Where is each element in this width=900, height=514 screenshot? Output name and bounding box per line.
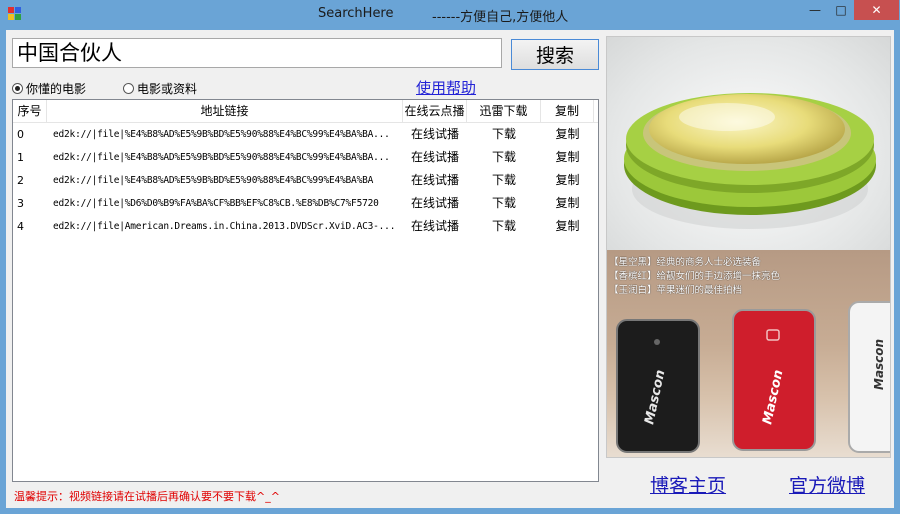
ad-brand-text: Mascon bbox=[872, 339, 886, 390]
copy-button[interactable]: 复制 bbox=[541, 215, 594, 238]
download-button[interactable]: 下载 bbox=[467, 192, 541, 215]
minimize-button[interactable]: — bbox=[802, 0, 828, 20]
row-index: 4 bbox=[17, 220, 24, 233]
copy-button[interactable]: 复制 bbox=[541, 123, 594, 146]
power-bank-round-icon bbox=[624, 93, 876, 229]
ad-panel[interactable]: 【星空黑】经典的商务人士必选装备 【香槟红】给靓女们的手边添增一抹亮色 【玉润白… bbox=[606, 36, 891, 458]
row-link[interactable]: ed2k://|file|%D6%D0%B9%FA%BA%CF%BB%EF%C8… bbox=[47, 192, 403, 215]
radio-movies[interactable]: 你懂的电影 bbox=[12, 80, 86, 97]
radio-unchecked-icon bbox=[123, 83, 134, 94]
row-link[interactable]: ed2k://|file|%E4%B8%AD%E5%9B%BD%E5%90%88… bbox=[47, 146, 403, 169]
power-bank-bars-icon: Mascon Mascon Mascon bbox=[616, 301, 890, 453]
window-title: SearchHere bbox=[318, 6, 394, 21]
client-area: 中国合伙人 搜索 你懂的电影 电影或资料 使用帮助 序号 地址链接 在线云点播 … bbox=[6, 30, 894, 508]
radio-movies-label: 你懂的电影 bbox=[26, 82, 87, 96]
play-button[interactable]: 在线试播 bbox=[403, 192, 467, 215]
row-index: 0 bbox=[17, 128, 24, 141]
maximize-icon: □ bbox=[835, 3, 847, 17]
table-row[interactable]: 2 ed2k://|file|%E4%B8%AD%E5%9B%BD%E5%90%8… bbox=[13, 169, 598, 192]
results-list[interactable]: 序号 地址链接 在线云点播 迅雷下载 复制 0 ed2k://|file|%E4%… bbox=[12, 99, 599, 482]
title-bar[interactable]: SearchHere ------方便自己,方便他人 — □ ✕ bbox=[0, 0, 900, 30]
table-row[interactable]: 1 ed2k://|file|%E4%B8%AD%E5%9B%BD%E5%90%8… bbox=[13, 146, 598, 169]
row-link[interactable]: ed2k://|file|%E4%B8%AD%E5%9B%BD%E5%90%88… bbox=[47, 123, 403, 146]
header-download[interactable]: 迅雷下载 bbox=[467, 100, 541, 122]
download-button[interactable]: 下载 bbox=[467, 169, 541, 192]
play-button[interactable]: 在线试播 bbox=[403, 146, 467, 169]
radio-docs[interactable]: 电影或资料 bbox=[123, 80, 197, 97]
play-button[interactable]: 在线试播 bbox=[403, 215, 467, 238]
row-index: 2 bbox=[17, 174, 24, 187]
radio-docs-label: 电影或资料 bbox=[137, 82, 198, 96]
window-slogan: ------方便自己,方便他人 bbox=[432, 10, 569, 25]
list-header: 序号 地址链接 在线云点播 迅雷下载 复制 bbox=[13, 100, 598, 123]
ad-banner[interactable]: 【星空黑】经典的商务人士必选装备 【香槟红】给靓女们的手边添增一抹亮色 【玉润白… bbox=[607, 250, 890, 457]
copy-button[interactable]: 复制 bbox=[541, 169, 594, 192]
blog-link[interactable]: 博客主页 bbox=[650, 471, 726, 498]
weibo-link[interactable]: 官方微博 bbox=[789, 471, 865, 498]
header-copy[interactable]: 复制 bbox=[541, 100, 594, 122]
close-icon: ✕ bbox=[871, 3, 882, 17]
header-index[interactable]: 序号 bbox=[13, 100, 47, 122]
download-button[interactable]: 下载 bbox=[467, 123, 541, 146]
play-button[interactable]: 在线试播 bbox=[403, 123, 467, 146]
copy-button[interactable]: 复制 bbox=[541, 192, 594, 215]
app-icon bbox=[8, 7, 22, 21]
header-link[interactable]: 地址链接 bbox=[47, 100, 403, 122]
maximize-button[interactable]: □ bbox=[828, 0, 854, 20]
play-button[interactable]: 在线试播 bbox=[403, 169, 467, 192]
search-button[interactable]: 搜索 bbox=[511, 39, 599, 70]
row-index: 1 bbox=[17, 151, 24, 164]
table-row[interactable]: 3 ed2k://|file|%D6%D0%B9%FA%BA%CF%BB%EF%C… bbox=[13, 192, 598, 215]
download-button[interactable]: 下载 bbox=[467, 215, 541, 238]
row-link[interactable]: ed2k://|file|American.Dreams.in.China.20… bbox=[47, 215, 403, 238]
ad-product-image[interactable] bbox=[607, 37, 890, 250]
table-row[interactable]: 0 ed2k://|file|%E4%B8%AD%E5%9B%BD%E5%90%8… bbox=[13, 123, 598, 146]
close-button[interactable]: ✕ bbox=[854, 0, 899, 20]
search-input[interactable]: 中国合伙人 bbox=[12, 38, 502, 68]
header-play[interactable]: 在线云点播 bbox=[403, 100, 467, 122]
radio-checked-icon bbox=[12, 83, 23, 94]
app-window: SearchHere ------方便自己,方便他人 — □ ✕ 中国合伙人 搜… bbox=[0, 0, 900, 514]
table-row[interactable]: 4 ed2k://|file|American.Dreams.in.China.2… bbox=[13, 215, 598, 238]
row-index: 3 bbox=[17, 197, 24, 210]
row-link[interactable]: ed2k://|file|%E4%B8%AD%E5%9B%BD%E5%90%88… bbox=[47, 169, 403, 192]
help-link[interactable]: 使用帮助 bbox=[416, 77, 476, 98]
download-button[interactable]: 下载 bbox=[467, 146, 541, 169]
tip-text: 温馨提示：视频链接请在试播后再确认要不要下载^_^ bbox=[14, 490, 280, 503]
copy-button[interactable]: 复制 bbox=[541, 146, 594, 169]
minimize-icon: — bbox=[809, 3, 821, 17]
